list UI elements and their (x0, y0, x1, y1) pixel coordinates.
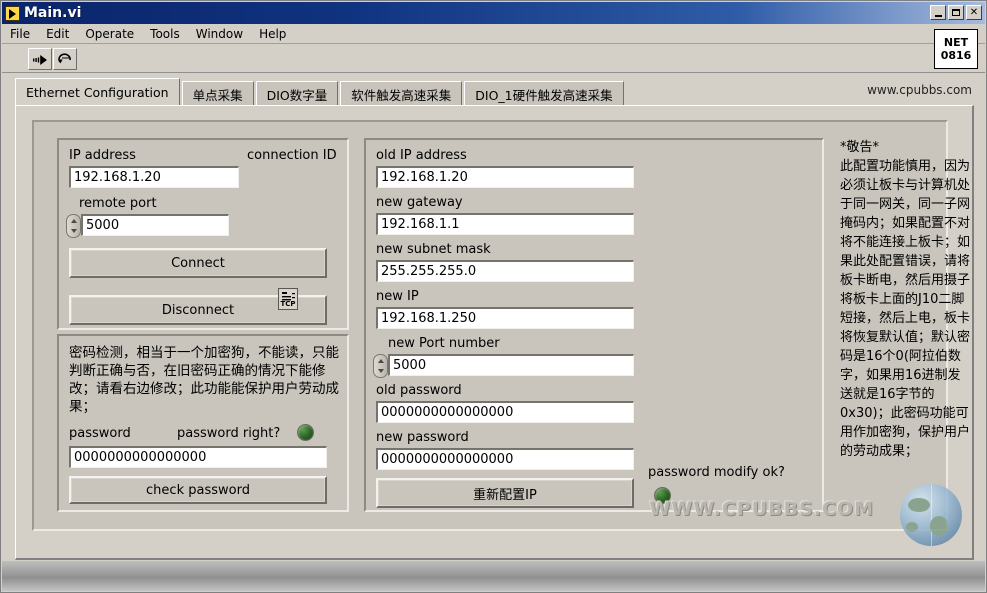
menu-item-tools[interactable]: Tools (142, 25, 188, 43)
ip-address-label: IP address (69, 148, 136, 163)
menu-item-edit[interactable]: Edit (38, 25, 77, 43)
password-right-label: password right? (177, 426, 281, 441)
password-note-text: 密码检测，相当于一个加密狗，不能读，只能判断正确与否，在旧密码正确的情况下能修改… (69, 345, 339, 415)
labview-front-panel-window: Main.vi ✕ File Edit Operate Tools Window… (0, 0, 987, 593)
maximize-button[interactable] (948, 5, 964, 20)
menu-item-window[interactable]: Window (188, 25, 251, 43)
password-group: 密码检测，相当于一个加密狗，不能读，只能判断正确与否，在旧密码正确的情况下能修改… (57, 334, 349, 512)
run-continuously-button[interactable] (53, 47, 77, 70)
spinner-down-icon[interactable] (71, 229, 77, 233)
ip-address-input[interactable]: 192.168.1.20 (69, 166, 239, 188)
run-button[interactable] (28, 47, 52, 70)
site-url-label: www.cpubbs.com (867, 83, 972, 97)
new-port-spinner[interactable] (373, 354, 388, 378)
labview-vi-icon (5, 5, 20, 21)
tab-software-trigger-highspeed[interactable]: 软件触发高速采集 (340, 81, 463, 106)
remote-port-spinner[interactable] (66, 214, 81, 238)
new-gateway-label: new gateway (376, 195, 463, 210)
tcp-icon-label: TCP (280, 300, 296, 308)
remote-port-input[interactable]: 5000 (81, 214, 229, 236)
new-subnet-mask-label: new subnet mask (376, 242, 491, 257)
connection-id-label: connection ID (247, 148, 337, 163)
ip-configuration-group: old IP address 192.168.1.20 new gateway … (364, 138, 824, 512)
reconfigure-ip-button[interactable]: 重新配置IP (376, 478, 634, 508)
tab-page-ethernet-configuration: IP address connection ID 192.168.1.20 re… (15, 105, 974, 560)
title-bar: Main.vi ✕ (2, 2, 985, 24)
old-password-label: old password (376, 383, 462, 398)
site-watermark: WWW.CPUBBS.COM (649, 498, 874, 520)
tab-ethernet-configuration[interactable]: Ethernet Configuration (15, 78, 180, 105)
inner-panel: IP address connection ID 192.168.1.20 re… (32, 120, 970, 531)
tab-dio-digital[interactable]: DIO数字量 (255, 81, 339, 106)
tab-single-point-acquisition[interactable]: 单点采集 (181, 81, 254, 106)
password-modify-ok-label: password modify ok? (648, 465, 785, 480)
new-password-label: new password (376, 430, 469, 445)
warning-body: 此配置功能慎用，因为必须让板卡与计算机处于同一网关，同一子网掩码内；如果配置不对… (840, 159, 971, 459)
new-ip-label: new IP (376, 289, 419, 304)
spinner-up-icon[interactable] (378, 359, 384, 363)
net-badge-line2: 0816 (940, 49, 972, 62)
spinner-up-icon[interactable] (71, 219, 77, 223)
password-label: password (69, 426, 131, 441)
password-input[interactable]: 0000000000000000 (69, 446, 327, 468)
run-arrow-icon (33, 54, 47, 65)
window-controls: ✕ (930, 5, 982, 20)
new-port-input[interactable]: 5000 (388, 354, 634, 376)
connect-button[interactable]: Connect (69, 248, 327, 278)
menu-bar: File Edit Operate Tools Window Help (2, 24, 985, 44)
new-subnet-mask-input[interactable]: 255.255.255.0 (376, 260, 634, 282)
old-password-input[interactable]: 0000000000000000 (376, 401, 634, 423)
warning-title: *敬告* (840, 140, 880, 155)
bottom-gradient-strip (2, 561, 985, 591)
spinner-down-icon[interactable] (378, 369, 384, 373)
net-version-badge: NET 0816 (934, 29, 978, 69)
new-gateway-input[interactable]: 192.168.1.1 (376, 213, 634, 235)
new-password-input[interactable]: 0000000000000000 (376, 448, 634, 470)
new-port-number-label: new Port number (388, 336, 500, 351)
globe-icon (900, 484, 962, 546)
close-button[interactable]: ✕ (966, 5, 982, 20)
new-ip-input[interactable]: 192.168.1.250 (376, 307, 634, 329)
minimize-button[interactable] (930, 5, 946, 20)
tcp-refnum-icon: TCP (278, 288, 298, 310)
connection-group: IP address connection ID 192.168.1.20 re… (57, 138, 349, 330)
remote-port-label: remote port (79, 196, 157, 211)
net-badge-line1: NET (943, 36, 969, 49)
old-ip-input[interactable]: 192.168.1.20 (376, 166, 634, 188)
old-ip-label: old IP address (376, 148, 467, 163)
tab-dio1-hardware-trigger-highspeed[interactable]: DIO_1硬件触发高速采集 (464, 81, 624, 106)
toolbar (2, 45, 985, 73)
tab-strip: Ethernet Configuration 单点采集 DIO数字量 软件触发高… (15, 78, 972, 106)
run-continuously-icon (58, 52, 71, 63)
menu-item-operate[interactable]: Operate (77, 25, 142, 43)
password-right-led (297, 424, 314, 441)
warning-note: *敬告* 此配置功能慎用，因为必须让板卡与计算机处于同一网关，同一子网掩码内；如… (840, 138, 970, 461)
check-password-button[interactable]: check password (69, 476, 327, 504)
menu-item-help[interactable]: Help (251, 25, 294, 43)
menu-item-file[interactable]: File (2, 25, 38, 43)
window-title: Main.vi (24, 5, 82, 21)
